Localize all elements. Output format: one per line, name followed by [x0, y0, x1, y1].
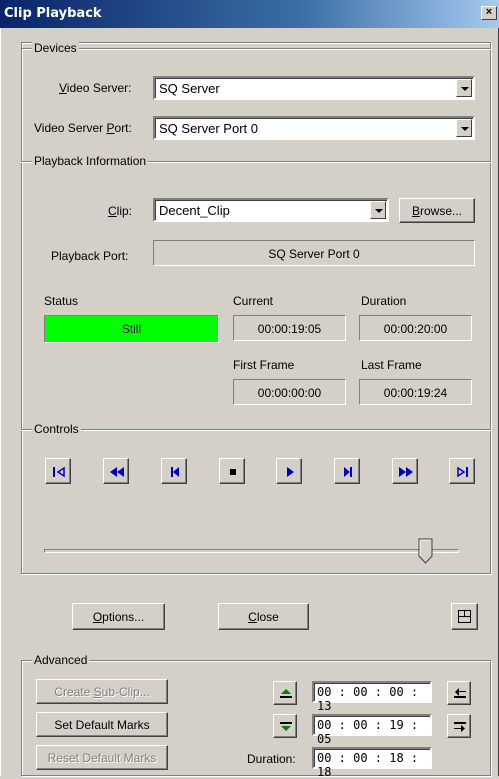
- controls-divider: [21, 429, 491, 431]
- duration-label: Duration: [361, 294, 407, 308]
- goto-mark-out-button[interactable]: [447, 714, 471, 738]
- step-forward-icon: [344, 467, 352, 477]
- mark-out-timecode[interactable]: 00 : 00 : 19 : 05: [312, 714, 432, 746]
- playback-port-label: Playback Port:: [51, 249, 129, 263]
- playback-legend: Playback Information: [32, 154, 149, 168]
- fast-forward-button[interactable]: [392, 458, 418, 484]
- status-indicator: Still: [44, 315, 219, 343]
- collapse-button[interactable]: [451, 603, 478, 630]
- mark-out-button[interactable]: [273, 714, 297, 738]
- position-slider-track[interactable]: [44, 549, 459, 553]
- video-server-label: Video Server:: [59, 81, 132, 95]
- window-title: Clip Playback: [4, 6, 102, 21]
- play-icon: [287, 467, 294, 477]
- create-subclip-button[interactable]: Create Sub-Clip...: [36, 679, 168, 704]
- dialog-body: Devices Video Server: SQ Server Video Se…: [0, 28, 499, 779]
- goto-end-button[interactable]: [449, 458, 475, 484]
- options-button[interactable]: Options...: [72, 603, 165, 630]
- window-toggle-icon: [458, 610, 471, 623]
- last-frame-timecode: 00:00:19:24: [359, 379, 472, 405]
- goto-mark-out-icon: [454, 722, 466, 732]
- current-timecode: 00:00:19:05: [233, 315, 346, 341]
- goto-start-button[interactable]: [45, 458, 71, 484]
- stop-button[interactable]: [219, 458, 245, 484]
- play-button[interactable]: [276, 458, 302, 484]
- goto-mark-in-button[interactable]: [447, 681, 471, 705]
- current-label: Current: [233, 294, 274, 308]
- duration-timecode: 00:00:20:00: [359, 315, 472, 341]
- fast-forward-icon: [399, 467, 413, 477]
- controls-legend: Controls: [32, 422, 81, 436]
- video-server-port-label: Video Server Port:: [34, 121, 132, 135]
- title-bar: Clip Playback ×: [0, 0, 499, 28]
- playback-port-field: SQ Server Port 0: [153, 240, 475, 266]
- rewind-icon: [110, 467, 124, 477]
- goto-start-icon: [53, 466, 65, 478]
- chevron-down-icon[interactable]: [370, 201, 386, 219]
- reset-default-marks-button[interactable]: Reset Default Marks: [36, 745, 168, 770]
- first-frame-timecode: 00:00:00:00: [233, 379, 346, 405]
- goto-mark-in-icon: [454, 688, 466, 698]
- video-server-port-value: SQ Server Port 0: [159, 121, 258, 136]
- set-default-marks-button[interactable]: Set Default Marks: [36, 712, 168, 737]
- chevron-down-icon[interactable]: [456, 79, 472, 97]
- first-frame-label: First Frame: [233, 358, 295, 372]
- rewind-button[interactable]: [103, 458, 129, 484]
- stop-icon: [230, 469, 236, 475]
- devices-legend: Devices: [32, 41, 79, 55]
- devices-group: [21, 48, 491, 49]
- close-button[interactable]: Close: [218, 603, 309, 630]
- close-icon[interactable]: ×: [481, 6, 497, 20]
- step-back-button[interactable]: [161, 458, 187, 484]
- last-frame-label: Last Frame: [361, 358, 422, 372]
- duration-advanced-label: Duration:: [247, 752, 296, 766]
- mark-in-timecode[interactable]: 00 : 00 : 00 : 13: [312, 681, 432, 713]
- clip-value: Decent_Clip: [159, 203, 230, 218]
- browse-button[interactable]: Browse...: [399, 198, 475, 223]
- advanced-legend: Advanced: [32, 653, 90, 667]
- mark-in-icon: [280, 689, 292, 698]
- step-back-icon: [171, 467, 179, 477]
- step-forward-button[interactable]: [334, 458, 360, 484]
- goto-end-icon: [457, 466, 468, 478]
- position-slider-thumb[interactable]: [418, 538, 434, 564]
- mark-out-icon: [280, 722, 292, 731]
- duration-advanced-timecode[interactable]: 00 : 00 : 18 : 18: [312, 747, 432, 779]
- video-server-port-combo[interactable]: SQ Server Port 0: [153, 116, 475, 140]
- video-server-value: SQ Server: [159, 81, 220, 96]
- status-label: Status: [44, 294, 79, 308]
- mark-in-button[interactable]: [273, 681, 297, 705]
- chevron-down-icon[interactable]: [456, 119, 472, 137]
- clip-combo[interactable]: Decent_Clip: [153, 198, 389, 222]
- video-server-combo[interactable]: SQ Server: [153, 76, 475, 100]
- clip-label: Clip:: [108, 204, 133, 218]
